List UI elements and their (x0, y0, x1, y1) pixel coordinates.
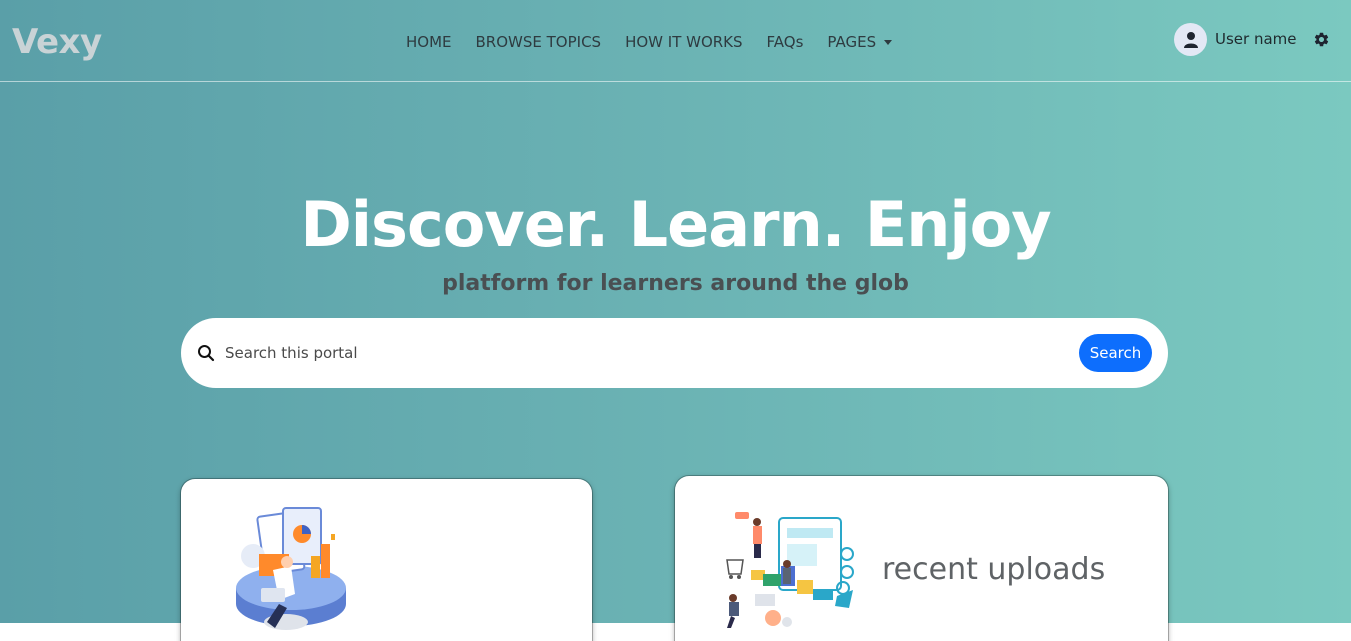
hero-section: Vexy HOME BROWSE TOPICS HOW IT WORKS FAQ… (0, 0, 1351, 641)
search-input[interactable] (225, 338, 1065, 368)
nav-links: HOME BROWSE TOPICS HOW IT WORKS FAQs PAG… (394, 30, 904, 54)
search-icon (198, 345, 215, 362)
brand-logo[interactable]: Vexy (12, 22, 102, 62)
nav-item-pages-label: PAGES (827, 33, 877, 51)
nav-item-pages-dropdown[interactable]: PAGES (815, 33, 904, 51)
hero-title: Discover. Learn. Enjoy (300, 188, 1051, 261)
search-button[interactable]: Search (1079, 334, 1152, 372)
recent-uploads-card[interactable]: recent uploads (675, 476, 1168, 641)
top-navbar: Vexy HOME BROWSE TOPICS HOW IT WORKS FAQ… (0, 0, 1351, 82)
user-icon (1183, 31, 1198, 48)
user-menu[interactable]: User name (1174, 22, 1331, 56)
caret-down-icon (884, 39, 893, 45)
card-title-recent-uploads: recent uploads (882, 552, 1106, 587)
analytics-illustration (236, 507, 346, 630)
search-bar: Search (181, 318, 1168, 388)
feature-card[interactable] (181, 479, 592, 641)
nav-item-how-it-works[interactable]: HOW IT WORKS (613, 33, 754, 51)
hero-subtitle: platform for learners around the glob (442, 271, 909, 296)
gear-icon[interactable] (1313, 30, 1331, 48)
avatar[interactable] (1174, 22, 1207, 56)
nav-item-home[interactable]: HOME (394, 33, 464, 51)
user-name[interactable]: User name (1215, 30, 1297, 48)
uploads-illustration (726, 512, 854, 628)
nav-item-faqs[interactable]: FAQs (755, 33, 816, 51)
nav-item-browse-topics[interactable]: BROWSE TOPICS (464, 33, 614, 51)
